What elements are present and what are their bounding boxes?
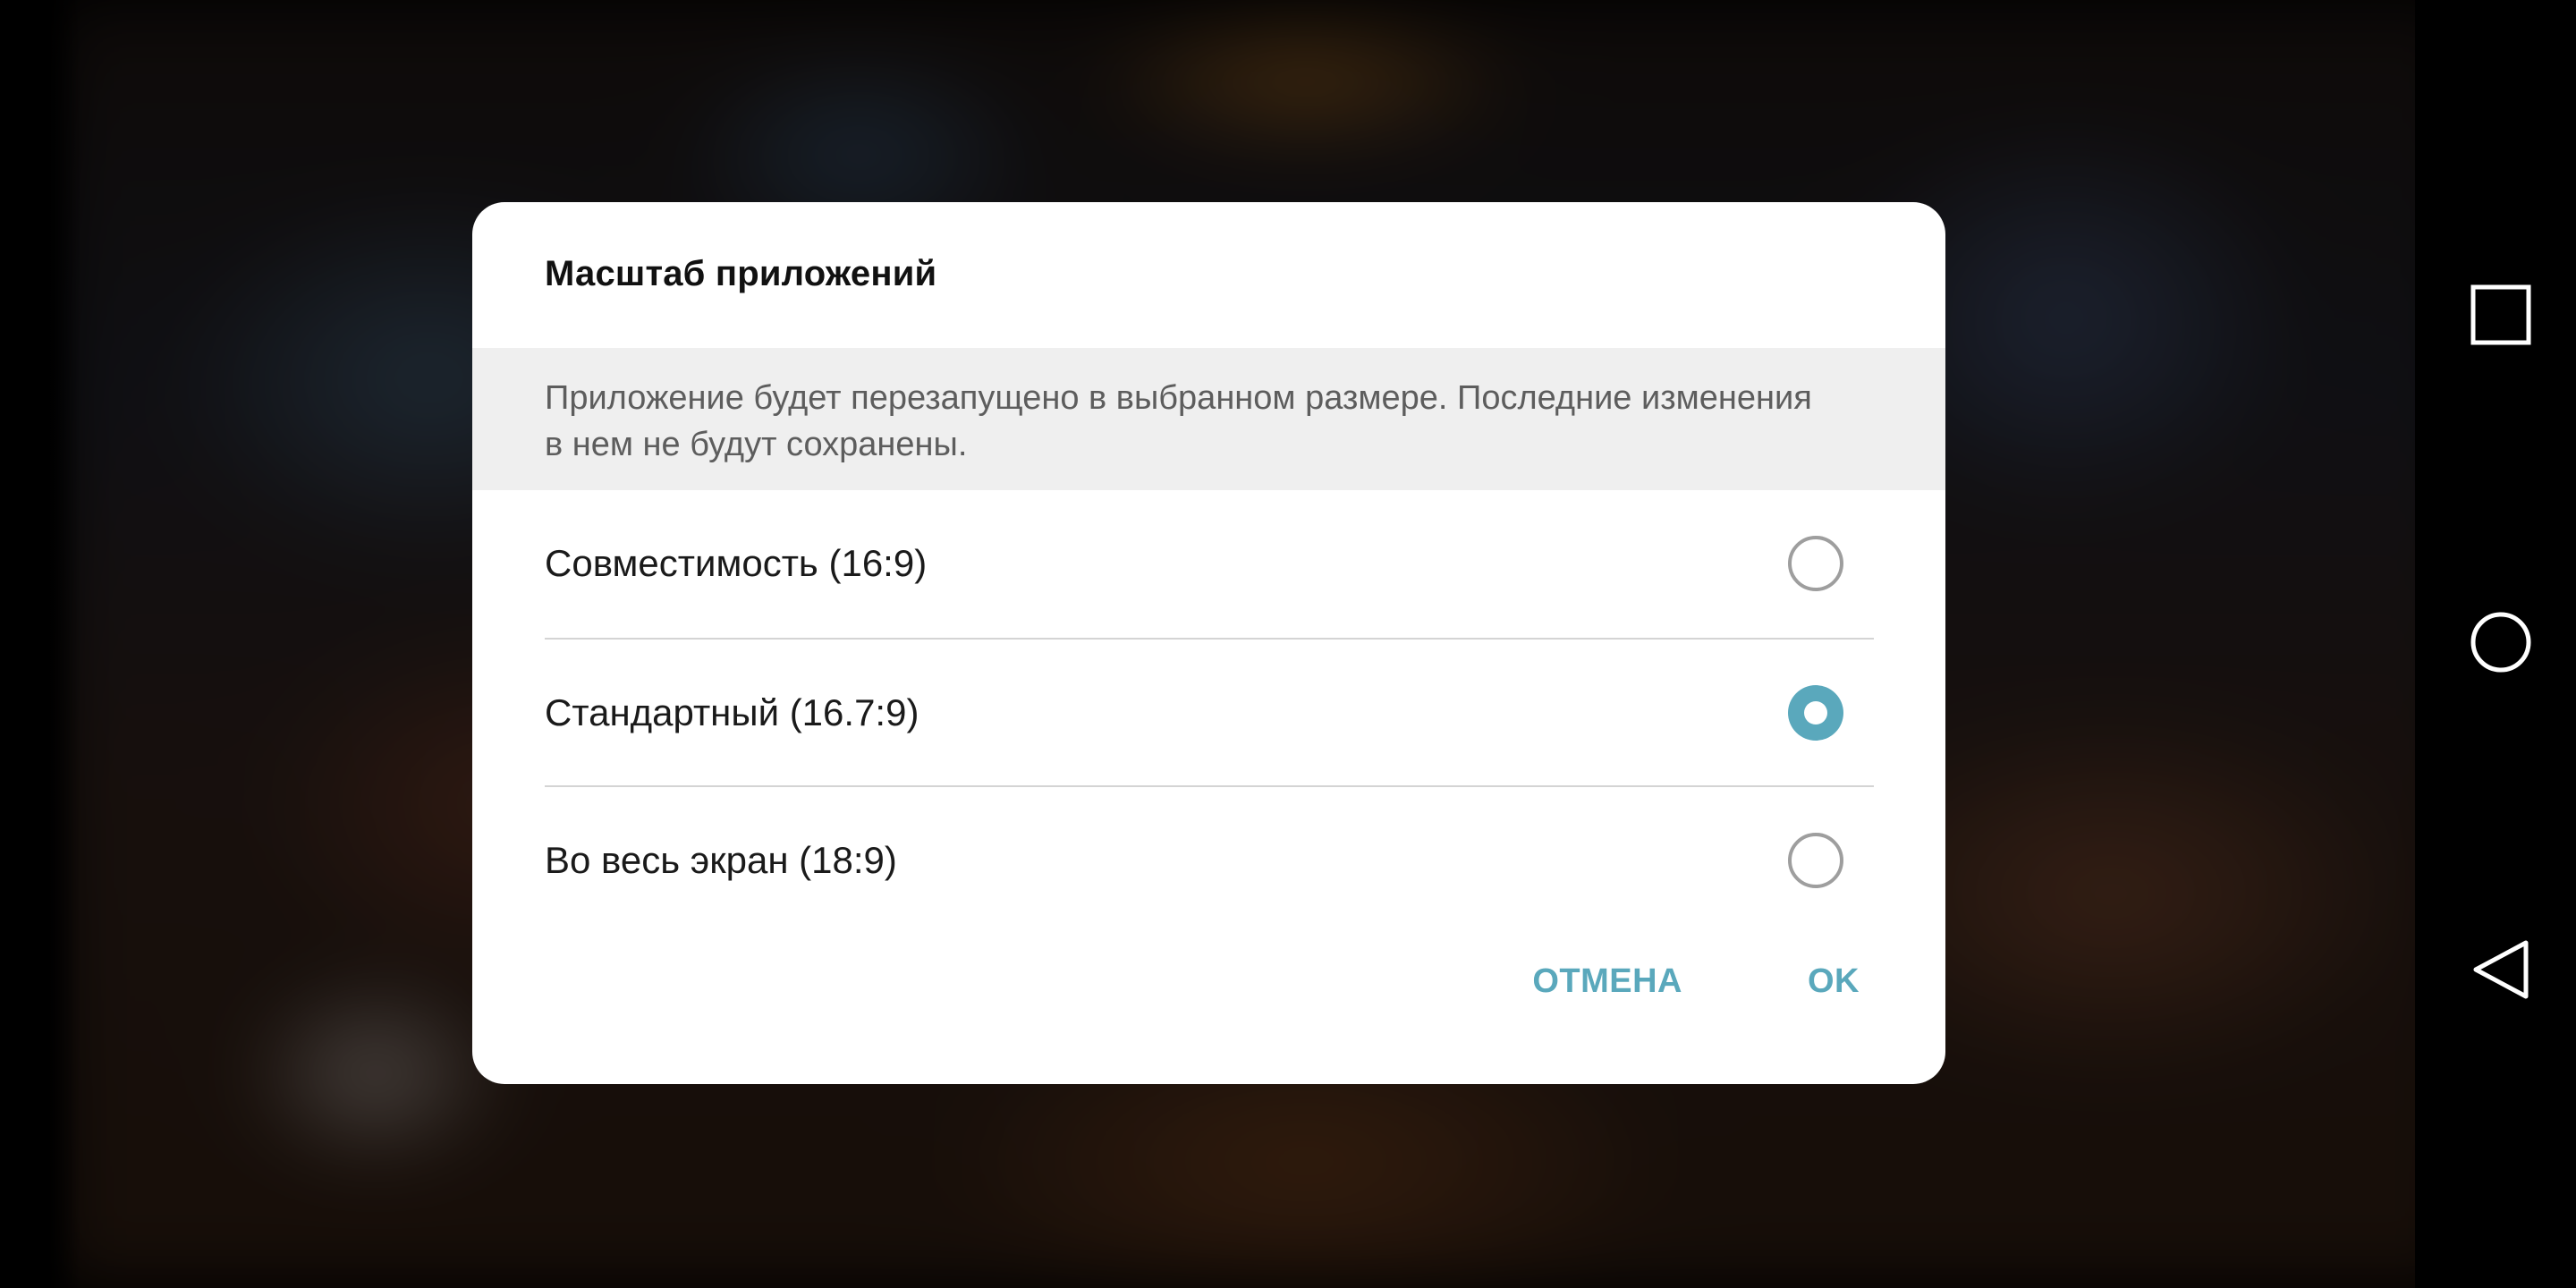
option-label: Стандартный (16.7:9) [545, 691, 919, 733]
radio-button-checked[interactable] [1788, 685, 1843, 741]
radio-button-unchecked[interactable] [1788, 536, 1843, 591]
option-label: Совместимость (16:9) [545, 542, 928, 584]
home-button[interactable] [2469, 610, 2533, 674]
option-fullscreen[interactable]: Во весь экран (18:9) [545, 787, 1874, 934]
recents-square-icon [2470, 284, 2531, 345]
option-compatibility[interactable]: Совместимость (16:9) [545, 490, 1874, 637]
navigation-bar [2415, 0, 2576, 1288]
cancel-button[interactable]: ОТМЕНА [1500, 945, 1715, 1019]
radio-button-unchecked[interactable] [1788, 833, 1843, 888]
dialog-description-text: Приложение будет перезапущено в выбранно… [545, 379, 1812, 463]
option-standard[interactable]: Стандартный (16.7:9) [545, 640, 1874, 786]
left-edge [0, 0, 80, 1288]
screen: Масштаб приложений Приложение будет пере… [0, 0, 2576, 1288]
radio-dot [1804, 701, 1827, 724]
option-label: Во весь экран (18:9) [545, 839, 897, 881]
dialog-title: Масштаб приложений [545, 254, 937, 293]
ok-button[interactable]: OK [1775, 945, 1892, 1019]
recents-button[interactable] [2469, 283, 2533, 347]
dialog-description: Приложение будет перезапущено в выбранно… [472, 348, 1945, 490]
app-scaling-dialog: Масштаб приложений Приложение будет пере… [472, 202, 1945, 1084]
back-button[interactable] [2469, 937, 2533, 1002]
back-triangle-icon [2473, 940, 2529, 999]
home-circle-icon [2470, 612, 2531, 673]
dialog-actions: ОТМЕНА OK [1500, 945, 1892, 1019]
